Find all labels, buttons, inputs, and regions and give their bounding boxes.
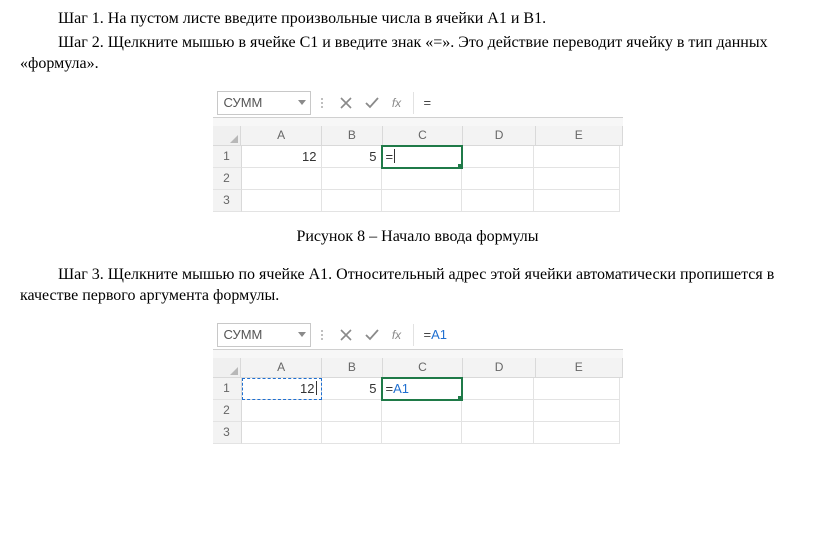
cell-A1[interactable]: 12 bbox=[242, 146, 322, 168]
row-header-3[interactable]: 3 bbox=[213, 190, 242, 212]
name-box[interactable]: СУММ bbox=[217, 91, 311, 115]
cell-C2[interactable] bbox=[382, 168, 462, 190]
cell-A2[interactable] bbox=[242, 400, 322, 422]
cell-E3[interactable] bbox=[534, 422, 620, 444]
name-box-value: СУММ bbox=[218, 95, 294, 110]
formula-text: = bbox=[424, 95, 432, 110]
cell-A1[interactable]: 12 bbox=[242, 378, 322, 400]
cell-C3[interactable] bbox=[382, 422, 462, 444]
col-header-B[interactable]: B bbox=[322, 126, 383, 146]
formula-bar: СУММ fx = bbox=[213, 89, 623, 118]
text-caret-icon bbox=[394, 149, 395, 163]
cell-B3[interactable] bbox=[322, 422, 382, 444]
cell-A2[interactable] bbox=[242, 168, 322, 190]
select-all-corner[interactable] bbox=[213, 358, 242, 378]
cell-C1[interactable]: =A1 bbox=[382, 378, 462, 400]
col-header-E[interactable]: E bbox=[536, 126, 623, 146]
col-header-D[interactable]: D bbox=[463, 126, 536, 146]
confirm-entry-button[interactable] bbox=[359, 89, 385, 117]
col-header-C[interactable]: C bbox=[383, 358, 464, 378]
text-caret-icon bbox=[316, 381, 317, 395]
grid-row: 3 bbox=[213, 190, 623, 212]
fx-button[interactable]: fx bbox=[385, 89, 409, 117]
cell-D2[interactable] bbox=[462, 168, 534, 190]
figure-2-excel: СУММ fx =A1 A B C D E 1 12 5 =A bbox=[213, 321, 623, 444]
cell-E2[interactable] bbox=[534, 400, 620, 422]
divider bbox=[413, 324, 414, 346]
row-header-2[interactable]: 2 bbox=[213, 168, 242, 190]
cell-D1[interactable] bbox=[462, 146, 534, 168]
cell-D1[interactable] bbox=[462, 378, 534, 400]
cell-B1[interactable]: 5 bbox=[322, 146, 382, 168]
col-header-E[interactable]: E bbox=[536, 358, 623, 378]
row-header-1[interactable]: 1 bbox=[213, 378, 242, 400]
col-header-A[interactable]: A bbox=[241, 358, 322, 378]
name-box-dropdown-icon[interactable] bbox=[294, 332, 310, 338]
formula-ref: A1 bbox=[431, 327, 447, 342]
formula-bar-grip-icon bbox=[317, 89, 327, 117]
grid-row: 2 bbox=[213, 400, 623, 422]
cell-B2[interactable] bbox=[322, 400, 382, 422]
divider bbox=[413, 92, 414, 114]
cell-B3[interactable] bbox=[322, 190, 382, 212]
cell-C3[interactable] bbox=[382, 190, 462, 212]
col-header-D[interactable]: D bbox=[463, 358, 536, 378]
cell-E2[interactable] bbox=[534, 168, 620, 190]
grid-row: 1 12 5 =A1 bbox=[213, 378, 623, 400]
row-header-2[interactable]: 2 bbox=[213, 400, 242, 422]
column-headers: A B C D E bbox=[213, 126, 623, 146]
row-header-3[interactable]: 3 bbox=[213, 422, 242, 444]
cell-C1-text: = bbox=[386, 149, 394, 164]
figure-1-excel: СУММ fx = A B C D E 1 12 5 = bbox=[213, 89, 623, 212]
figure-1-caption: Рисунок 8 – Начало ввода формулы bbox=[20, 228, 815, 246]
row-header-1[interactable]: 1 bbox=[213, 146, 242, 168]
formula-input[interactable]: =A1 bbox=[418, 321, 623, 349]
step1-text: Шаг 1. На пустом листе введите произволь… bbox=[20, 8, 815, 30]
column-headers: A B C D E bbox=[213, 358, 623, 378]
name-box-dropdown-icon[interactable] bbox=[294, 100, 310, 106]
cell-C1-eq: = bbox=[386, 381, 394, 396]
cell-C1[interactable]: = bbox=[382, 146, 462, 168]
cell-E1[interactable] bbox=[534, 378, 620, 400]
cell-C1-ref: A1 bbox=[393, 381, 409, 396]
grid-row: 2 bbox=[213, 168, 623, 190]
fx-button[interactable]: fx bbox=[385, 321, 409, 349]
confirm-entry-button[interactable] bbox=[359, 321, 385, 349]
cell-D2[interactable] bbox=[462, 400, 534, 422]
select-all-corner[interactable] bbox=[213, 126, 242, 146]
cell-A3[interactable] bbox=[242, 190, 322, 212]
name-box-value: СУММ bbox=[218, 327, 294, 342]
col-header-C[interactable]: C bbox=[383, 126, 464, 146]
cell-A1-text: 12 bbox=[300, 381, 314, 396]
cell-B2[interactable] bbox=[322, 168, 382, 190]
formula-input[interactable]: = bbox=[418, 89, 623, 117]
formula-bar: СУММ fx =A1 bbox=[213, 321, 623, 350]
cell-D3[interactable] bbox=[462, 422, 534, 444]
cell-A3[interactable] bbox=[242, 422, 322, 444]
formula-bar-grip-icon bbox=[317, 321, 327, 349]
cell-E1[interactable] bbox=[534, 146, 620, 168]
cell-C2[interactable] bbox=[382, 400, 462, 422]
name-box[interactable]: СУММ bbox=[217, 323, 311, 347]
grid-row: 3 bbox=[213, 422, 623, 444]
cell-B1[interactable]: 5 bbox=[322, 378, 382, 400]
cancel-entry-button[interactable] bbox=[333, 89, 359, 117]
formula-eq: = bbox=[424, 327, 432, 342]
step2-text: Шаг 2. Щелкните мышью в ячейке С1 и введ… bbox=[20, 32, 815, 75]
cell-E3[interactable] bbox=[534, 190, 620, 212]
step3-text: Шаг 3. Щелкните мышью по ячейке А1. Отно… bbox=[20, 264, 815, 307]
cancel-entry-button[interactable] bbox=[333, 321, 359, 349]
grid-row: 1 12 5 = bbox=[213, 146, 623, 168]
cell-D3[interactable] bbox=[462, 190, 534, 212]
col-header-B[interactable]: B bbox=[322, 358, 383, 378]
col-header-A[interactable]: A bbox=[241, 126, 322, 146]
